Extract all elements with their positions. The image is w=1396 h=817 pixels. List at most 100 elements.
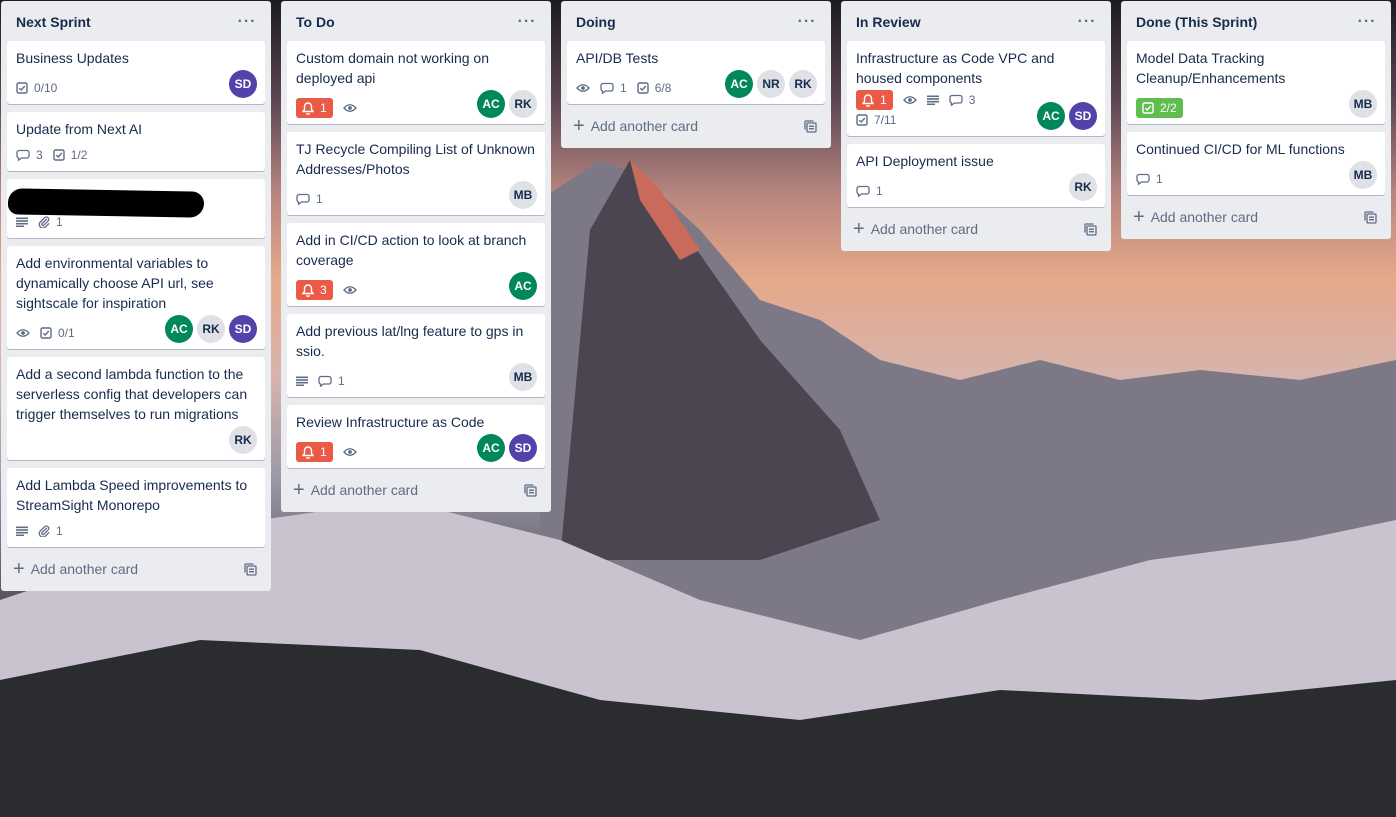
card-footer: 1 3 7/11 AC SD [856, 90, 1097, 130]
avatar[interactable]: MB [1349, 161, 1377, 189]
list-title[interactable]: Next Sprint [16, 14, 91, 30]
avatar[interactable]: RK [1069, 173, 1097, 201]
more-horizontal-icon[interactable]: ··· [235, 14, 259, 30]
avatar[interactable]: AC [725, 70, 753, 98]
card-footer: 1 [16, 517, 257, 541]
bell-icon [302, 101, 320, 115]
card[interactable]: Update from Next AI 3 1/2 [7, 112, 265, 171]
card-members: MB [1345, 161, 1377, 189]
card-title: Add in CI/CD action to look at branch co… [296, 232, 527, 268]
checklist-icon [1142, 102, 1160, 114]
description-icon [16, 217, 34, 227]
comment-badge: 1 [600, 78, 627, 98]
add-card-button[interactable]: + Add another card [1127, 203, 1385, 231]
more-horizontal-icon[interactable]: ··· [1075, 14, 1099, 30]
list-title[interactable]: In Review [856, 14, 921, 30]
more-horizontal-icon[interactable]: ··· [1355, 14, 1379, 30]
template-icon[interactable] [1364, 210, 1377, 224]
avatar[interactable]: MB [1349, 90, 1377, 118]
avatar[interactable]: RK [229, 426, 257, 454]
bell-badge: 1 [856, 90, 893, 110]
card[interactable]: Review Infrastructure as Code 1 AC SD [287, 405, 545, 468]
template-icon[interactable] [804, 119, 817, 133]
eye-icon [16, 328, 36, 338]
more-horizontal-icon[interactable]: ··· [795, 14, 819, 30]
badge-text: 1 [320, 101, 327, 115]
card[interactable]: Add Lambda Speed improvements to StreamS… [7, 468, 265, 547]
avatar[interactable]: SD [509, 434, 537, 462]
bell-icon [302, 283, 320, 297]
plus-icon: + [853, 218, 865, 240]
card-title: Model Data Tracking Cleanup/Enhancements [1136, 50, 1286, 86]
list-column: Done (This Sprint) ··· Model Data Tracking… [1121, 1, 1391, 239]
card[interactable]: Business Updates 0/10 SD [7, 41, 265, 104]
card[interactable]: Add a second lambda function to the serv… [7, 357, 265, 460]
add-card-button[interactable]: + Add another card [287, 476, 545, 504]
card-title: Add a second lambda function to the serv… [16, 366, 248, 422]
card[interactable]: Infrastructure as Code VPC and housed co… [847, 41, 1105, 136]
checklist-badge: 2/2 [1136, 98, 1183, 118]
add-card-text: Add another card [30, 561, 139, 577]
comment-icon [856, 185, 876, 197]
add-card-button[interactable]: + Add another card [567, 112, 825, 140]
list-title[interactable]: Done (This Sprint) [1136, 14, 1257, 30]
card[interactable]: Continued CI/CD for ML functions 1 MB [1127, 132, 1385, 195]
more-horizontal-icon[interactable]: ··· [515, 14, 539, 30]
avatar[interactable]: NR [757, 70, 785, 98]
comment-badge: 3 [949, 90, 975, 110]
list-title[interactable]: Doing [576, 14, 616, 30]
list-column: Doing ··· API/DB Tests 1 6/8 AC NR RK + Add anoth… [561, 1, 831, 148]
avatar[interactable]: SD [229, 70, 257, 98]
card[interactable]: API/DB Tests 1 6/8 AC NR RK [567, 41, 825, 104]
description-badge [16, 521, 28, 541]
eye-icon [576, 83, 596, 93]
checklist-icon [52, 149, 71, 161]
card[interactable]: Add in CI/CD action to look at branch co… [287, 223, 545, 306]
eye-badge [902, 90, 917, 110]
template-icon[interactable] [524, 483, 537, 497]
template-icon[interactable] [1084, 222, 1097, 236]
avatar[interactable]: SD [1069, 102, 1097, 130]
avatar[interactable]: AC [165, 315, 193, 343]
avatar[interactable]: AC [509, 272, 537, 300]
card-title: Infrastructure as Code VPC and housed co… [856, 50, 1055, 86]
comment-icon [318, 375, 338, 387]
card-badges: 0/1 [16, 323, 85, 343]
card[interactable]: Add previous lat/lng feature to gps in s… [287, 314, 545, 397]
template-icon[interactable] [244, 562, 257, 576]
card[interactable]: Model Data Tracking Cleanup/Enhancements… [1127, 41, 1385, 124]
list-title[interactable]: To Do [296, 14, 335, 30]
card-members: MB [1345, 90, 1377, 118]
card-members: RK [225, 426, 257, 454]
card[interactable]: Custom domain not working on deployed ap… [287, 41, 545, 124]
avatar[interactable]: AC [477, 434, 505, 462]
card-title: API/DB Tests [576, 50, 659, 66]
avatar[interactable]: RK [789, 70, 817, 98]
card-badges: 1 3 7/11 [856, 90, 1033, 130]
badge-text: 3 [320, 283, 327, 297]
card[interactable]: TJ Recycle Compiling List of Unknown Add… [287, 132, 545, 215]
avatar[interactable]: MB [509, 363, 537, 391]
card-footer: 1 MB [1136, 161, 1377, 189]
bell-icon [862, 93, 880, 107]
avatar[interactable]: AC [477, 90, 505, 118]
avatar[interactable]: MB [509, 181, 537, 209]
add-card-button[interactable]: + Add another card [7, 555, 265, 583]
add-card-button[interactable]: + Add another card [847, 215, 1105, 243]
avatar[interactable]: SD [229, 315, 257, 343]
card-footer: 2/2 MB [1136, 90, 1377, 118]
checklist-icon [16, 82, 34, 94]
card[interactable]: Add environmental variables to dynamical… [7, 246, 265, 349]
card[interactable]: 1 [7, 179, 265, 238]
badge-text: 0/1 [58, 326, 75, 340]
eye-icon [342, 285, 363, 295]
card-badges: 0/10 [16, 78, 67, 98]
avatar[interactable]: RK [509, 90, 537, 118]
card-title: Add Lambda Speed improvements to StreamS… [16, 477, 248, 513]
avatar[interactable]: RK [197, 315, 225, 343]
card[interactable]: API Deployment issue 1 RK [847, 144, 1105, 207]
badge-text: 3 [36, 148, 43, 162]
plus-icon: + [13, 558, 25, 580]
avatar[interactable]: AC [1037, 102, 1065, 130]
attachment-icon [38, 525, 56, 537]
